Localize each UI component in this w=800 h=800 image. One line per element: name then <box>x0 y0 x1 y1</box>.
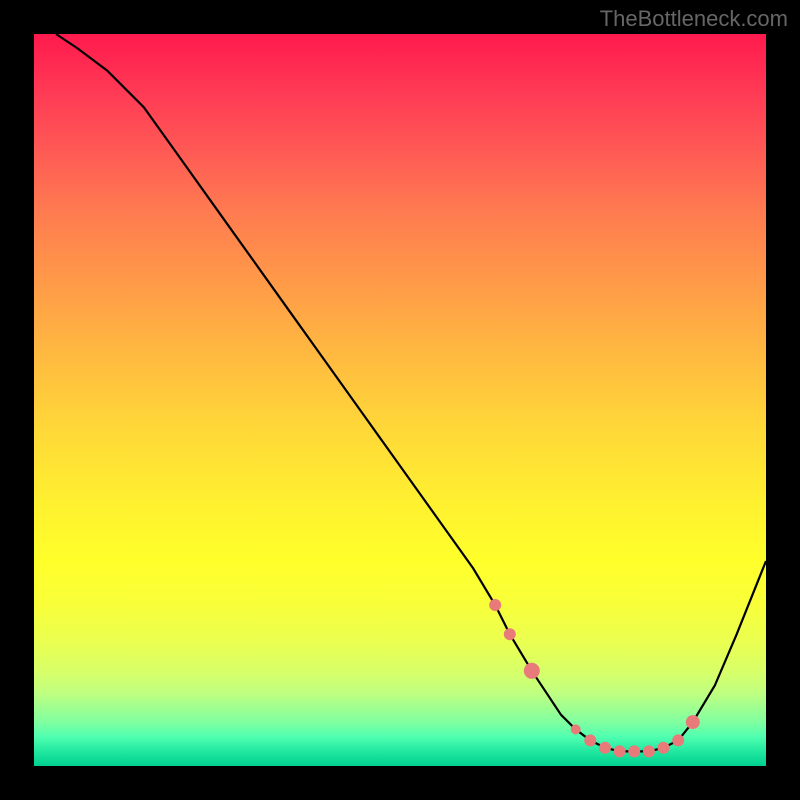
chart-marker <box>672 734 684 746</box>
chart-marker <box>524 663 540 679</box>
chart-marker <box>658 742 670 754</box>
chart-marker <box>628 745 640 757</box>
chart-marker <box>599 742 611 754</box>
chart-marker <box>643 745 655 757</box>
chart-marker <box>504 628 516 640</box>
chart-marker <box>571 724 581 734</box>
watermark-text: TheBottleneck.com <box>600 6 788 32</box>
chart-svg <box>34 34 766 766</box>
chart-curve-line <box>56 34 766 751</box>
chart-markers-group <box>489 599 700 757</box>
chart-marker <box>489 599 501 611</box>
chart-marker <box>614 745 626 757</box>
chart-plot-area <box>34 34 766 766</box>
chart-marker <box>686 715 700 729</box>
chart-marker <box>584 734 596 746</box>
